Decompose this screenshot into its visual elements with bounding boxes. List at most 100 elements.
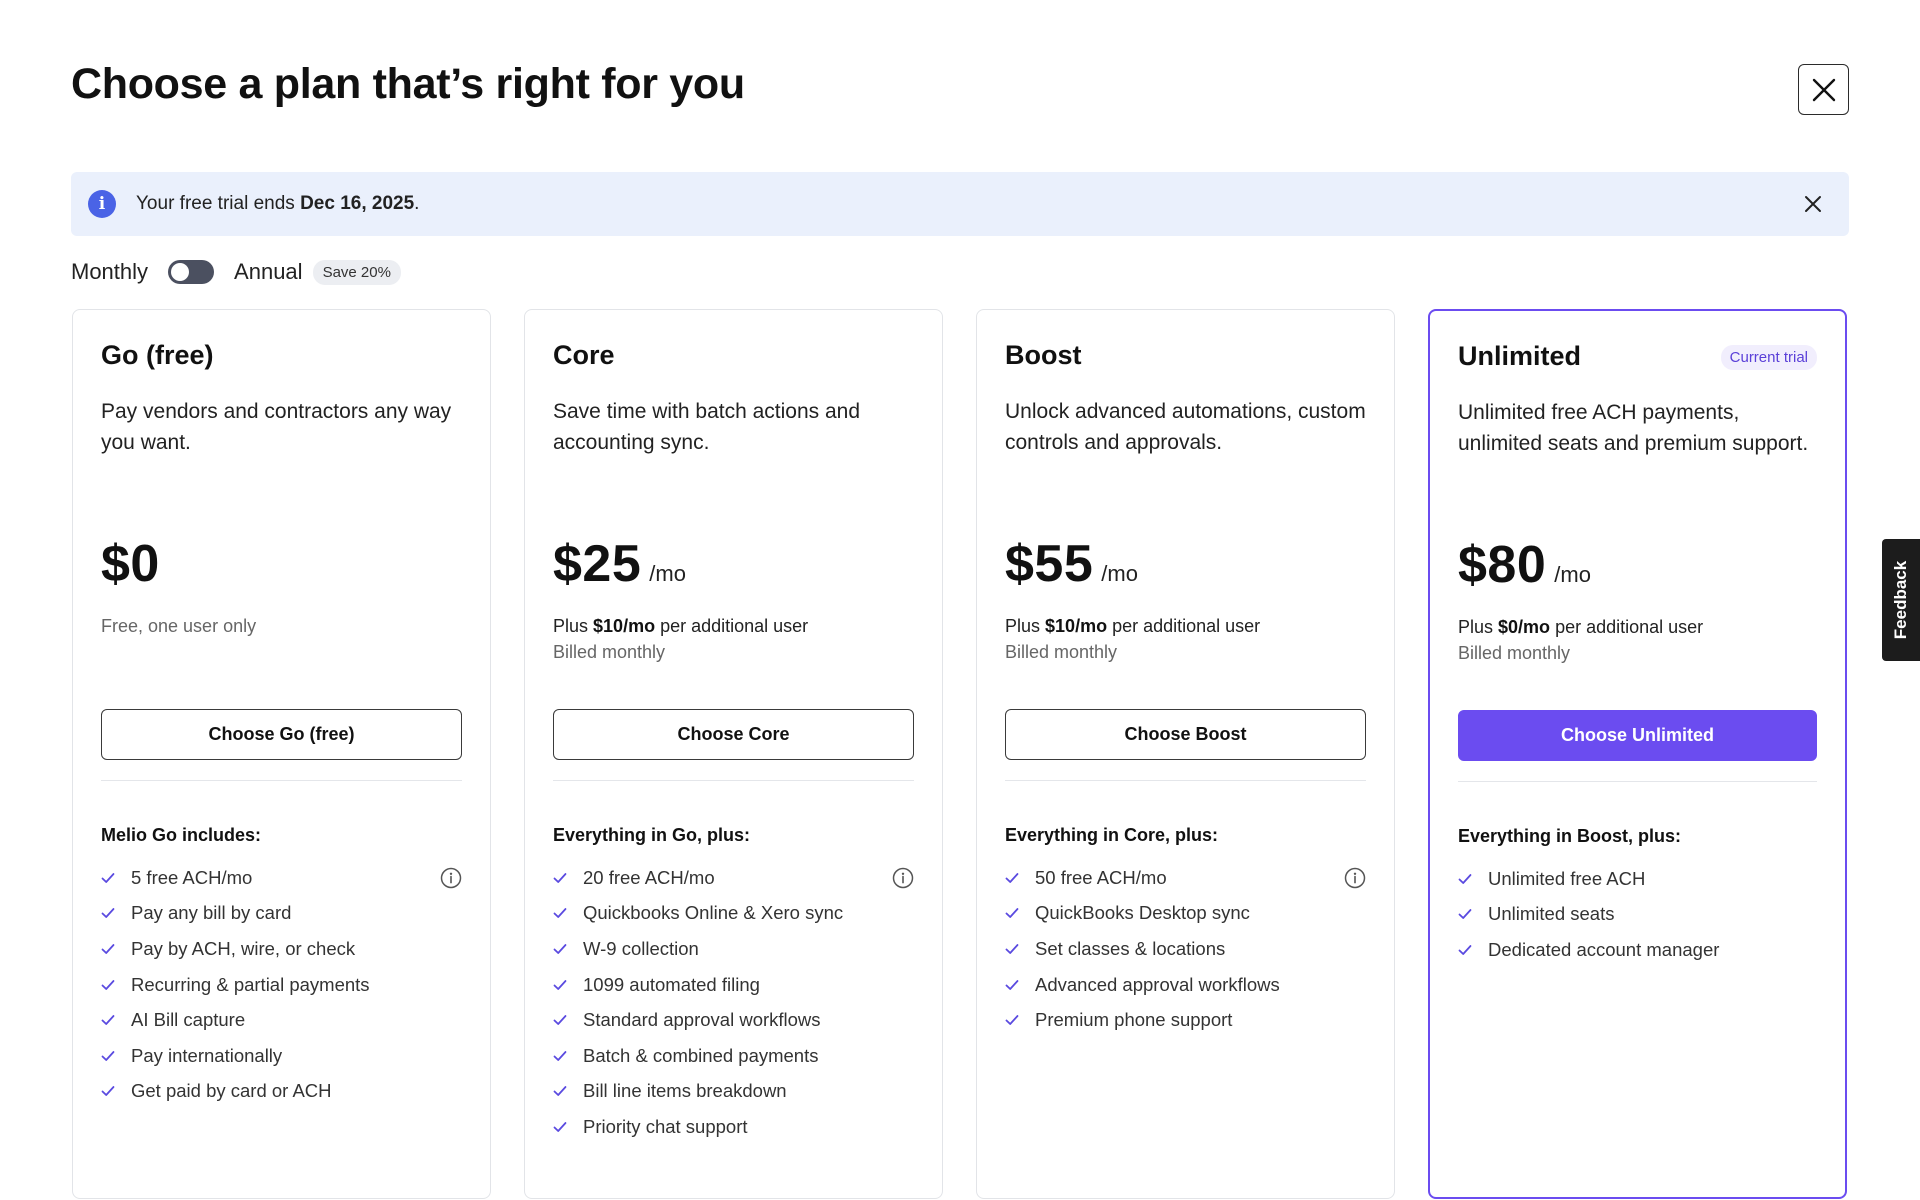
divider	[1005, 780, 1366, 781]
feature-label: Bill line items breakdown	[583, 1080, 787, 1102]
feature-item: Pay any bill by card	[101, 896, 462, 932]
feature-label: 1099 automated filing	[583, 973, 760, 995]
features-title: Everything in Core, plus:	[1005, 825, 1219, 845]
check-icon	[553, 1086, 567, 1097]
close-icon	[1812, 78, 1835, 101]
check-icon	[101, 944, 115, 954]
feature-label: QuickBooks Desktop sync	[1035, 902, 1250, 924]
billing-period-switch: Monthly Annual Save 20%	[71, 256, 401, 288]
feature-label: Unlimited free ACH	[1488, 867, 1646, 889]
subtext-amount: $10/mo	[593, 616, 656, 636]
check-icon	[1005, 872, 1019, 883]
price-period: /mo	[649, 561, 686, 586]
plan-name: Boost	[1005, 340, 1082, 370]
plan-card-0: Go (free) Pay vendors and contractors any…	[72, 309, 491, 1199]
feature-label: Pay internationally	[131, 1044, 283, 1066]
dismiss-banner-button[interactable]	[1799, 190, 1827, 218]
feature-label: Batch & combined payments	[583, 1044, 819, 1066]
check-icon	[101, 1015, 115, 1026]
feature-item: 5 free ACH/mo	[101, 860, 462, 896]
check-icon	[1458, 873, 1472, 884]
billing-note: Billed monthly	[1458, 643, 1571, 663]
feature-item: Pay internationally	[101, 1038, 462, 1074]
plan-description: Pay vendors and contractors any way you …	[101, 400, 452, 454]
info-icon: i	[88, 190, 116, 218]
subtext-amount: $0/mo	[1498, 617, 1551, 637]
subtext-suffix: per additional user	[655, 616, 809, 636]
feature-item: AI Bill capture	[101, 1002, 462, 1038]
check-icon	[101, 1050, 115, 1061]
subtext-suffix: per additional user	[1550, 617, 1704, 637]
feature-label: W-9 collection	[583, 937, 699, 959]
choose-plan-button[interactable]: Choose Go (free)	[101, 709, 462, 760]
feedback-label: Feedback	[1891, 560, 1910, 640]
check-icon	[101, 908, 115, 919]
price-period: /mo	[1554, 562, 1591, 587]
divider	[101, 780, 462, 781]
feature-label: 20 free ACH/mo	[583, 866, 715, 888]
check-icon	[553, 1015, 567, 1026]
billing-toggle[interactable]	[168, 260, 215, 284]
features-title: Everything in Boost, plus:	[1458, 826, 1682, 846]
price-subtext: Free, one user only	[101, 616, 256, 637]
feature-item: Recurring & partial payments	[101, 967, 462, 1003]
feature-item: 1099 automated filing	[553, 967, 914, 1003]
feature-item: QuickBooks Desktop sync	[1005, 896, 1366, 932]
feature-label: Standard approval workflows	[583, 1009, 821, 1031]
feature-item: Advanced approval workflows	[1005, 967, 1366, 1003]
feature-item: Standard approval workflows	[553, 1002, 914, 1038]
trial-text-prefix: Your free trial ends	[136, 193, 301, 214]
divider	[1458, 781, 1817, 782]
features-title: Everything in Go, plus:	[553, 825, 751, 845]
trial-banner: i Your free trial ends Dec 16, 2025.	[71, 172, 1849, 236]
info-icon[interactable]	[1344, 867, 1366, 889]
price-period: /mo	[1101, 561, 1138, 586]
feature-item: Get paid by card or ACH	[101, 1074, 462, 1110]
feature-label: AI Bill capture	[131, 1009, 246, 1031]
feature-label: Priority chat support	[583, 1115, 748, 1137]
feature-label: Unlimited seats	[1488, 903, 1615, 925]
choose-plan-button[interactable]: Choose Core	[553, 709, 914, 760]
plan-name: Unlimited	[1458, 341, 1582, 371]
feature-label: Premium phone support	[1035, 1009, 1233, 1031]
check-icon	[553, 1122, 567, 1132]
plan-name: Go (free)	[101, 340, 214, 370]
plan-price: $25	[553, 535, 642, 593]
feature-label: Advanced approval workflows	[1035, 973, 1280, 995]
feature-item: 50 free ACH/mo	[1005, 860, 1366, 896]
feature-label: Pay by ACH, wire, or check	[131, 937, 356, 959]
plan-card-1: Core Save time with batch actions and acc…	[524, 309, 943, 1199]
close-dialog-button[interactable]	[1798, 64, 1849, 115]
choose-plan-button[interactable]: Choose Unlimited	[1458, 710, 1817, 761]
current-trial-badge: Current trial	[1720, 345, 1817, 370]
feedback-tab[interactable]: Feedback	[1882, 539, 1920, 661]
feature-label: Get paid by card or ACH	[131, 1080, 332, 1102]
plan-price: $55	[1005, 535, 1094, 593]
price-row: $80/mo	[1458, 535, 1591, 595]
subtext-prefix: Plus	[553, 616, 594, 636]
price-subtext: Plus $10/mo per additional user	[553, 616, 808, 637]
check-icon	[1005, 979, 1019, 990]
billing-note: Billed monthly	[553, 642, 666, 662]
price-subtext: Plus $10/mo per additional user	[1005, 616, 1260, 637]
feature-label: 50 free ACH/mo	[1035, 866, 1167, 888]
plan-description: Unlimited free ACH payments, unlimited s…	[1458, 401, 1809, 455]
info-icon[interactable]	[440, 867, 462, 889]
subtext-prefix: Free, one user only	[101, 616, 257, 636]
plan-price: $0	[101, 535, 160, 593]
price-subtext: Plus $0/mo per additional user	[1458, 617, 1703, 638]
check-icon	[553, 872, 567, 883]
plan-description: Unlock advanced automations, custom cont…	[1005, 400, 1366, 454]
plan-name: Core	[553, 340, 615, 370]
choose-plan-button[interactable]: Choose Boost	[1005, 709, 1366, 760]
feature-list: 5 free ACH/mo Pay any bill by card Pay by …	[101, 860, 462, 1109]
feature-label: 5 free ACH/mo	[131, 866, 253, 888]
feature-item: Priority chat support	[553, 1109, 914, 1145]
check-icon	[1458, 945, 1472, 955]
trial-text-suffix: .	[414, 193, 420, 214]
monthly-label: Monthly	[71, 259, 149, 284]
check-icon	[101, 872, 115, 883]
plan-card-3: Unlimited Current trial Unlimited free ACH…	[1428, 309, 1847, 1199]
feature-list: Unlimited free ACH Unlimited seats Dedicat…	[1458, 861, 1817, 968]
info-icon[interactable]	[892, 867, 914, 889]
